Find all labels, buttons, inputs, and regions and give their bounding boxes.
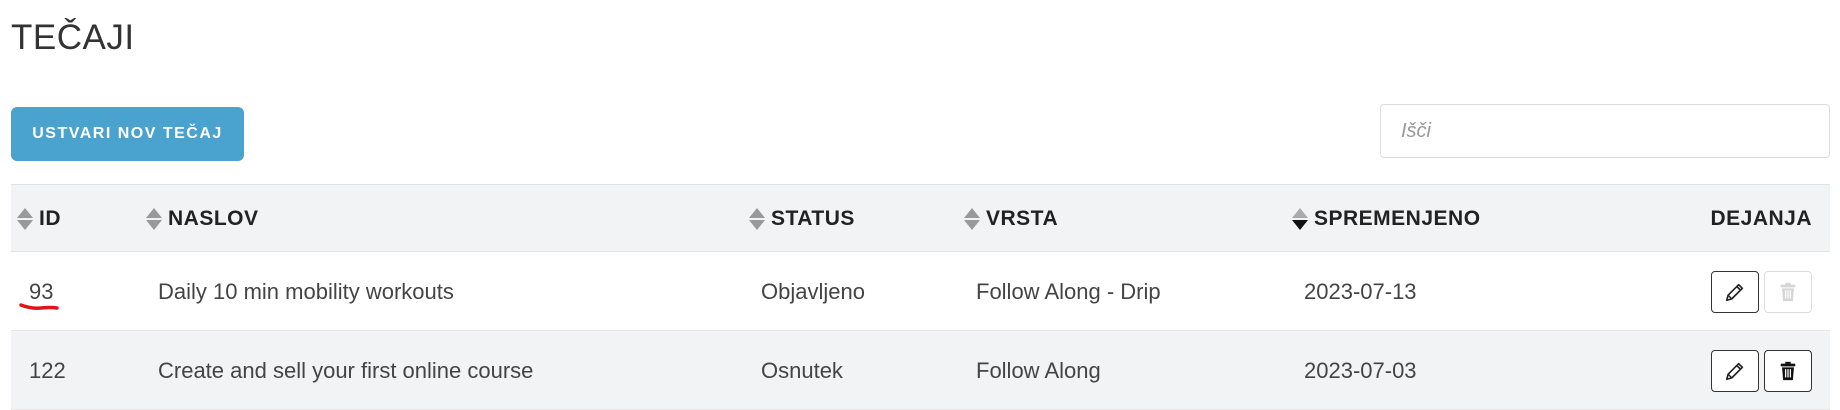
- pencil-icon: [1725, 362, 1744, 380]
- search-input[interactable]: [1380, 104, 1830, 158]
- red-underline-annotation: [19, 303, 59, 310]
- row-actions: [1711, 252, 1812, 331]
- column-header-label: SPREMENJENO: [1314, 207, 1481, 230]
- create-course-button[interactable]: USTVARI NOV TEČAJ: [11, 107, 244, 161]
- cell-status: Objavljeno: [761, 278, 865, 304]
- column-header-actions: DEJANJA: [1710, 185, 1812, 253]
- column-header-label: DEJANJA: [1710, 207, 1812, 230]
- courses-page: TEČAJI USTVARI NOV TEČAJ ID NASLOV STATU…: [0, 0, 1840, 410]
- table-header: ID NASLOV STATUS VRSTA SPREMENJENO DEJAN…: [11, 184, 1830, 252]
- cell-modified: 2023-07-13: [1304, 278, 1417, 304]
- sort-icon: [146, 207, 162, 231]
- cell-id: 93: [29, 278, 54, 304]
- cell-title[interactable]: Create and sell your first online course: [158, 331, 533, 410]
- pencil-icon: [1725, 283, 1744, 301]
- column-header-label: ID: [39, 207, 61, 230]
- column-header-modified[interactable]: SPREMENJENO: [1292, 185, 1481, 253]
- column-header-label: VRSTA: [986, 207, 1059, 230]
- column-header-status[interactable]: STATUS: [749, 185, 855, 253]
- sort-icon: [749, 207, 765, 231]
- table-row: 93 Daily 10 min mobility workouts Objavl…: [11, 252, 1830, 331]
- delete-button: [1764, 270, 1812, 313]
- cell-type: Follow Along: [976, 357, 1101, 383]
- cell-type: Follow Along - Drip: [976, 278, 1161, 304]
- sort-icon: [964, 207, 980, 231]
- sort-desc-icon: [1292, 207, 1308, 231]
- column-header-title[interactable]: NASLOV: [146, 185, 259, 253]
- page-title: TEČAJI: [11, 18, 135, 57]
- sort-icon: [17, 207, 33, 231]
- cell-status: Osnutek: [761, 357, 843, 383]
- trash-icon: [1780, 282, 1796, 301]
- delete-button[interactable]: [1764, 349, 1812, 392]
- trash-icon: [1780, 361, 1796, 380]
- cell-title[interactable]: Daily 10 min mobility workouts: [158, 252, 454, 331]
- courses-table: ID NASLOV STATUS VRSTA SPREMENJENO DEJAN…: [11, 184, 1830, 410]
- row-actions: [1711, 331, 1812, 410]
- edit-button[interactable]: [1711, 270, 1759, 313]
- column-header-label: STATUS: [771, 207, 855, 230]
- cell-modified: 2023-07-03: [1304, 357, 1417, 383]
- column-header-label: NASLOV: [168, 207, 259, 230]
- table-row: 122 Create and sell your first online co…: [11, 331, 1830, 410]
- cell-id: 122: [29, 357, 66, 383]
- edit-button[interactable]: [1711, 349, 1759, 392]
- column-header-type[interactable]: VRSTA: [964, 185, 1058, 253]
- column-header-id[interactable]: ID: [17, 185, 61, 253]
